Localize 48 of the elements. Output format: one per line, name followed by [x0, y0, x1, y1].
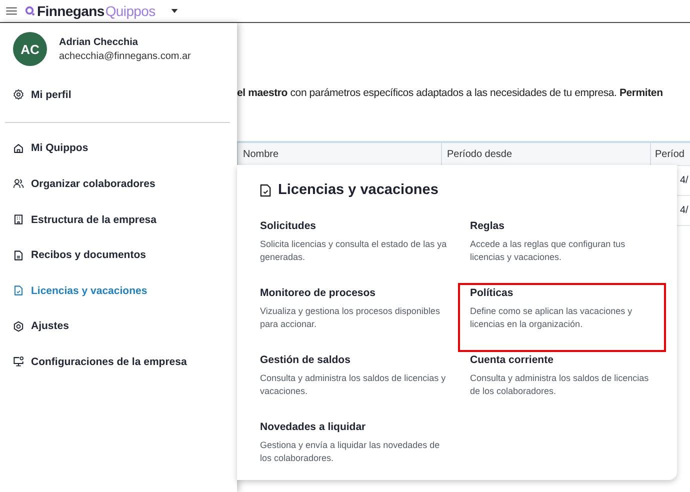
menu-option[interactable]: Cuenta corriente Consulta y administra los saldos de licencias de los colaboradores. [459, 351, 665, 418]
caret-icon[interactable] [171, 9, 178, 13]
building-icon [13, 214, 24, 226]
option-description: Consulta y administra los saldos de licencias de los colaboradores. [470, 372, 650, 398]
nav-item[interactable]: Mi Quippos [13, 130, 88, 166]
menu-option[interactable]: Políticas Define como se aplican las vacaciones y licencias en la organización. [459, 284, 665, 351]
option-title: Políticas [470, 287, 514, 299]
option-description: Define como se aplican las vacaciones y licencias en la organización. [470, 305, 634, 331]
document-icon [13, 250, 24, 261]
gear-icon [13, 89, 24, 100]
option-title: Novedades a liquidar [260, 421, 367, 433]
option-title: Gestión de saldos [260, 354, 352, 366]
option-title: Cuenta corriente [470, 354, 554, 366]
people-icon [13, 178, 24, 190]
nav-item[interactable]: Organizar colaboradores [13, 166, 156, 202]
menu-icon[interactable] [6, 7, 17, 15]
option-description: Solicita licencias y consulta el estado de las ya generadas. [260, 238, 448, 264]
menu-option[interactable]: Monitoreo de procesos Vizualiza y gestiona los procesos disponibles para accionar. [259, 284, 459, 351]
nav-item[interactable]: Ajustes [13, 308, 69, 344]
card-title: Licencias y vacaciones [278, 182, 438, 198]
document-check-icon [260, 184, 271, 196]
user-name: Adrian Checchia [59, 36, 139, 48]
nav-item[interactable]: Mi perfil [13, 77, 72, 113]
option-title: Monitoreo de procesos [260, 287, 377, 299]
logo-icon [25, 6, 35, 16]
brand-name: Finnegans [37, 3, 104, 19]
menu-option[interactable]: Gestión de saldos Consulta y administra los saldos de licencias y vacaciones. [259, 351, 459, 418]
home-icon [13, 142, 24, 154]
nav-item[interactable]: Configuraciones de la empresa [13, 344, 187, 380]
monitor-icon [13, 356, 24, 368]
nav-item[interactable]: Recibos y documentos [13, 237, 146, 273]
option-title: Solicitudes [260, 220, 318, 232]
settings-icon [13, 320, 24, 332]
intro-paragraph: el maestro con parámetros específicos adaptados a las necesidades de tu empresa. Permiten [237, 87, 664, 99]
option-description: Accede a las reglas que configuran tus licencias y vacaciones. [470, 238, 626, 264]
nav-item[interactable]: Licencias y vacaciones [13, 272, 148, 309]
document-check-icon [13, 285, 24, 296]
avatar: AC [13, 32, 47, 66]
menu-option[interactable]: Novedades a liquidar Gestiona y envía a liquidar las novedades de los colaboradores. [259, 418, 459, 485]
menu-option[interactable]: Solicitudes Solicita licencias y consulta el estado de las ya generadas. [259, 217, 459, 284]
brand-product-name: Quippos [105, 3, 156, 19]
menu-option[interactable]: Reglas Accede a las reglas que configuran tus licencias y vacaciones. [459, 217, 665, 284]
user-email: achecchia@finnegans.com.ar [59, 50, 191, 62]
nav-item[interactable]: Estructura de la empresa [13, 202, 156, 238]
option-description: Consulta y administra los saldos de licencias y vacaciones. [260, 372, 447, 398]
option-title: Reglas [470, 220, 506, 232]
option-description: Gestiona y envía a liquidar las novedades de los colaboradores. [260, 439, 441, 465]
option-description: Vizualiza y gestiona los procesos disponibles para accionar. [260, 305, 441, 331]
